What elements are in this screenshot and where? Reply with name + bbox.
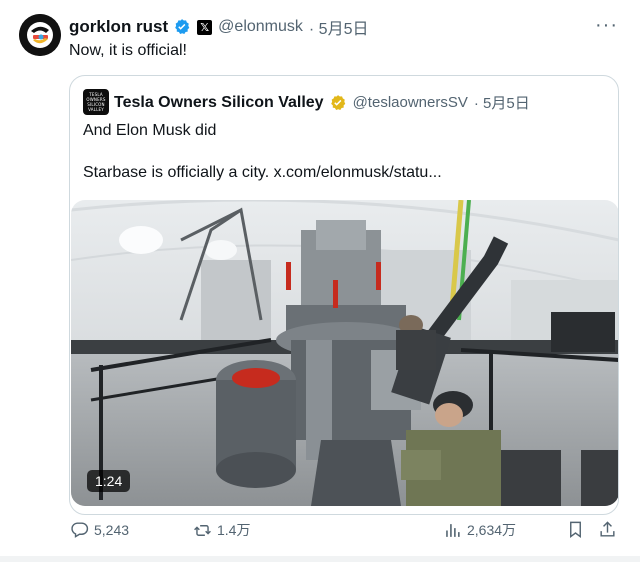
bookmark-icon xyxy=(570,521,581,539)
quoted-tweet[interactable]: TESLA OWNERS SILICON VALLEY Tesla Owners… xyxy=(69,75,619,515)
tweet-text: Now, it is official! xyxy=(69,42,187,59)
video-duration: 1:24 xyxy=(87,470,131,492)
tweet-header: gorklon rust 𝕏 @elonmusk · 5月5日 xyxy=(69,16,368,38)
quoted-text-line: And Elon Musk did xyxy=(83,122,217,139)
video-player[interactable]: 1:24 xyxy=(71,200,618,506)
gold-verified-badge-icon xyxy=(330,94,345,110)
quoted-avatar[interactable]: TESLA OWNERS SILICON VALLEY xyxy=(83,89,109,115)
views-chart-icon xyxy=(446,523,460,537)
gorklon-logo-icon xyxy=(19,14,61,56)
repost-count: 1.4万 xyxy=(217,522,251,538)
quoted-avatar-line: VALLEY xyxy=(88,107,104,112)
video-thumbnail xyxy=(71,200,618,506)
divider xyxy=(0,556,640,562)
quoted-header: Tesla Owners Silicon Valley @teslaowners… xyxy=(114,92,530,113)
repost-icon xyxy=(194,524,211,536)
views-button[interactable]: 2,634万 xyxy=(443,520,516,540)
action-bar: 5,243 1.4万 2,634万 xyxy=(0,520,640,544)
quoted-handle[interactable]: @teslaownersSV xyxy=(353,94,468,111)
share-icon xyxy=(600,521,615,537)
reply-icon xyxy=(71,522,89,538)
tweet[interactable]: gorklon rust 𝕏 @elonmusk · 5月5日 ··· Now,… xyxy=(0,0,640,556)
author-name[interactable]: gorklon rust xyxy=(69,17,168,37)
reply-button[interactable]: 5,243 xyxy=(70,520,129,539)
author-handle[interactable]: @elonmusk xyxy=(218,18,303,36)
verified-badge-icon xyxy=(175,19,190,34)
quoted-text-line: Starbase is officially a city. x.com/elo… xyxy=(83,164,442,181)
x-affiliation-icon: 𝕏 xyxy=(197,19,213,35)
repost-button[interactable]: 1.4万 xyxy=(193,520,250,540)
reply-count: 5,243 xyxy=(94,521,130,538)
bookmark-button[interactable] xyxy=(566,520,590,539)
tweet-date[interactable]: · 5月5日 xyxy=(309,15,369,39)
more-options-icon[interactable]: ··· xyxy=(595,14,618,37)
quoted-date[interactable]: · 5月5日 xyxy=(474,92,530,113)
author-avatar[interactable] xyxy=(19,14,61,56)
share-button[interactable] xyxy=(598,520,622,539)
views-count: 2,634万 xyxy=(467,522,517,538)
quoted-name[interactable]: Tesla Owners Silicon Valley xyxy=(114,94,324,112)
